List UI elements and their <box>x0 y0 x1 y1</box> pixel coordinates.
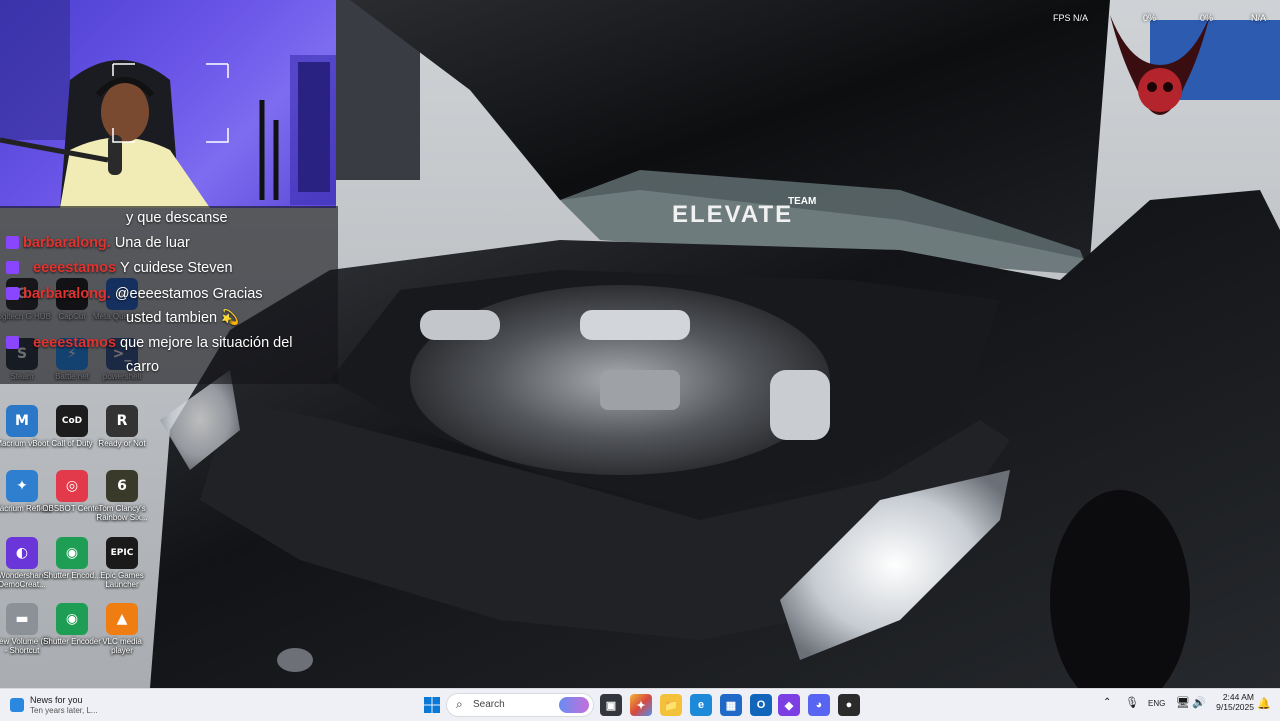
chat-message: eeeestamos que mejore la situación del <box>6 331 293 355</box>
notification-bell-icon[interactable]: 🔔 <box>1257 697 1271 710</box>
chat-message-text: usted tambien 💫 <box>126 310 240 326</box>
chat-message-continuation: usted tambien 💫 <box>126 306 239 330</box>
desktop-icon-glyph: CoD <box>56 405 88 437</box>
desktop-icon-label: Ready or Not <box>98 439 146 448</box>
webcam-feed <box>0 0 336 208</box>
fps-value: N/A <box>1073 13 1089 23</box>
desktop-icon-glyph: ◉ <box>56 537 88 569</box>
news-title: News for you <box>30 695 83 705</box>
desktop-icon-glyph: EPIC <box>106 537 138 569</box>
show-hidden-icons[interactable]: ⌃ <box>1103 697 1111 708</box>
chat-message-continuation: carro <box>126 355 159 379</box>
copilot-button[interactable]: ✦ <box>630 694 652 716</box>
chat-message: eeeestamos Y cuidese Steven <box>6 256 233 280</box>
search-highlight-icon <box>559 697 589 713</box>
chat-username: barbaralong. <box>23 286 111 302</box>
desktop-icon-label: Tom Clancy's Rainbow Six... <box>96 504 148 522</box>
chat-message-text: Y cuidese Steven <box>120 260 233 276</box>
news-subtitle: Ten years later, L... <box>30 706 98 715</box>
webcam-scene <box>0 0 336 208</box>
windows-icon <box>424 697 440 713</box>
taskbar-app-discord[interactable]: ◕ <box>808 694 830 716</box>
start-button[interactable] <box>424 697 440 713</box>
desktop-icon-glyph: ◉ <box>56 603 88 635</box>
desktop-icon[interactable]: R Ready or Not <box>92 405 152 448</box>
taskbar-app-edge[interactable]: e <box>690 694 712 716</box>
chat-message-text: Una de luar <box>114 235 190 251</box>
chat-username: barbaralong. <box>23 235 111 251</box>
desktop-icon-glyph: ▬ <box>6 603 38 635</box>
news-icon <box>10 698 24 712</box>
volume-icon[interactable]: 🔊 <box>1192 696 1206 709</box>
desktop-icon-glyph: ◐ <box>6 537 38 569</box>
microphone-icon[interactable]: 🎙 <box>1125 696 1139 709</box>
desktop-icon[interactable]: 6 Tom Clancy's Rainbow Six... <box>92 470 152 522</box>
desktop-icon[interactable]: ▲ VLC media player <box>92 603 152 655</box>
search-placeholder: Search <box>473 699 505 710</box>
desktop-icon-glyph: M <box>6 405 38 437</box>
desktop-icon-label: VLC media player <box>102 637 142 655</box>
twitch-icon <box>6 261 19 274</box>
fps-readout: FPS N/A <box>1053 13 1088 23</box>
temp-readout: N/A <box>1251 13 1267 23</box>
taskbar: News for you Ten years later, L... ⌕ Sea… <box>0 688 1280 721</box>
chat-message: barbaralong. Una de luar <box>6 231 190 255</box>
network-icon[interactable]: 🖥 <box>1176 696 1190 709</box>
cpu-readout: 0% <box>1143 13 1157 23</box>
taskbar-app-outlook[interactable]: O <box>750 694 772 716</box>
chat-message-text: carro <box>126 359 160 375</box>
twitch-icon <box>6 336 19 349</box>
desktop-icon-glyph: ✦ <box>6 470 38 502</box>
chat-message: y que descanse <box>126 206 228 230</box>
clock-time: 2:44 AM <box>1222 692 1254 702</box>
chat-username: eeeestamos <box>33 335 117 351</box>
fps-label: FPS <box>1053 13 1071 23</box>
chat-message-text: @eeeestamos Gracias <box>114 286 263 302</box>
chat-message-text: y que descanse <box>126 210 228 226</box>
taskbar-app-store[interactable]: ▦ <box>720 694 742 716</box>
taskbar-app-clipchamp[interactable]: ◆ <box>778 694 800 716</box>
desktop-icon-label: Epic Games Launcher <box>100 571 144 589</box>
twitch-icon <box>6 236 19 249</box>
desktop-icon-glyph: R <box>106 405 138 437</box>
chat-username: eeeestamos <box>33 260 117 276</box>
clock-date: 9/15/2025 <box>1216 702 1254 712</box>
taskbar-app-obs[interactable]: ● <box>838 694 860 716</box>
search-box[interactable]: ⌕ Search <box>446 693 594 717</box>
taskbar-app-file-explorer[interactable]: 📁 <box>660 694 682 716</box>
chat-message-text: que mejore la situación del <box>120 335 293 351</box>
gpu-readout: 0% <box>1200 13 1214 23</box>
desktop-icon[interactable]: EPIC Epic Games Launcher <box>92 537 152 589</box>
task-view-button[interactable]: ▣ <box>600 694 622 716</box>
twitch-icon <box>6 287 19 300</box>
chat-message: barbaralong. @eeeestamos Gracias <box>6 282 263 306</box>
hood-sticker-main: ELEVATE <box>672 201 793 228</box>
search-icon: ⌕ <box>456 697 463 711</box>
chat-overlay: y que descanse barbaralong. Una de luar e… <box>0 206 338 384</box>
news-widget[interactable]: News for you Ten years later, L... <box>8 695 158 717</box>
language-indicator[interactable]: ENG <box>1148 699 1165 708</box>
clock[interactable]: 2:44 AM 9/15/2025 <box>1210 692 1254 712</box>
desktop-icon-glyph: 6 <box>106 470 138 502</box>
desktop-icon-glyph: ▲ <box>106 603 138 635</box>
desktop-icon-glyph: ◎ <box>56 470 88 502</box>
